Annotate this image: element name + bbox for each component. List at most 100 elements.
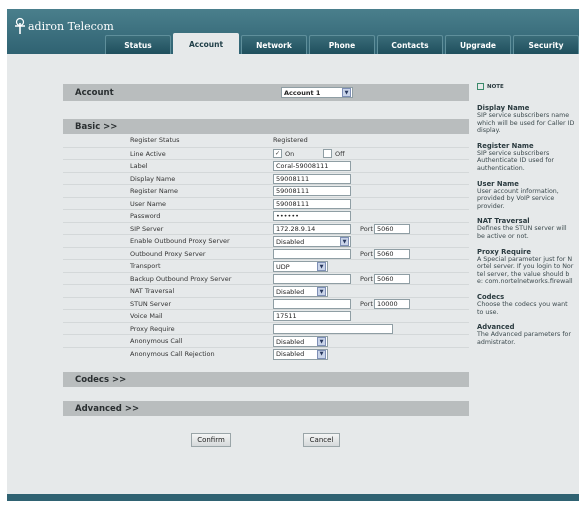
advanced-section-header[interactable]: Advanced >> (63, 401, 469, 416)
codecs-section-header[interactable]: Codecs >> (63, 372, 469, 387)
footer-bar (7, 494, 579, 501)
enable-outbound-proxy-row: Enable Outbound Proxy Server Disabled ▼ (63, 234, 469, 247)
codecs-section-label: Codecs >> (75, 374, 127, 385)
note-icon (477, 83, 484, 90)
backup-outbound-proxy-port-input[interactable]: 5060 (374, 273, 410, 284)
display-name-row: Display Name 59008111 (63, 171, 469, 185)
tab-network[interactable]: Network (241, 35, 307, 54)
backup-outbound-proxy-label: Backup Outbound Proxy Server (130, 274, 232, 283)
register-status-label: Register Status (130, 136, 180, 144)
header: adiron Telecom Status Account Network Ph… (7, 9, 579, 54)
label-row: Label Coral-59008111 (63, 159, 469, 172)
stun-server-row: STUN Server Port 10000 (63, 296, 469, 310)
note-heading: Advanced (477, 323, 515, 332)
account-select-value: Account 1 (284, 88, 321, 97)
enable-outbound-proxy-select[interactable]: Disabled ▼ (273, 236, 351, 247)
chevron-down-icon: ▼ (317, 337, 326, 346)
sip-server-port-label: Port (360, 224, 373, 233)
voice-mail-label: Voice Mail (130, 312, 163, 320)
note-text: A Special parameter just for Nortel serv… (477, 255, 574, 286)
register-name-row: Register Name 59008111 (63, 184, 469, 197)
anonymous-call-select[interactable]: Disabled ▼ (273, 336, 328, 347)
chevron-down-icon: ▼ (340, 237, 349, 246)
nat-traversal-label: NAT Traversal (130, 287, 175, 295)
note-title-text: NOTE (487, 83, 504, 90)
cancel-button[interactable]: Cancel (303, 433, 340, 447)
sip-server-port-input[interactable]: 5060 (374, 223, 410, 234)
backup-outbound-proxy-input[interactable] (273, 273, 351, 284)
logo-text: adiron Telecom (28, 19, 114, 33)
confirm-button[interactable]: Confirm (191, 433, 231, 447)
note-panel: NOTE Display Name SIP service subscriber… (477, 83, 575, 354)
register-name-label: Register Name (130, 187, 179, 195)
tab-account[interactable]: Account (173, 33, 239, 54)
proxy-require-input[interactable] (273, 323, 393, 334)
password-label: Password (130, 212, 161, 220)
logo-icon (13, 17, 27, 35)
note-heading: User Name (477, 179, 519, 188)
chevron-down-icon: ▼ (317, 349, 326, 359)
transport-select[interactable]: UDP ▼ (273, 261, 328, 272)
note-text: User account information, provided by Vo… (477, 187, 559, 210)
account-section-header: Account Account 1 ▼ (63, 84, 469, 101)
tab-upgrade[interactable]: Upgrade (445, 35, 511, 54)
outbound-proxy-input[interactable] (273, 248, 351, 259)
backup-outbound-proxy-row: Backup Outbound Proxy Server Port 5060 (63, 271, 469, 285)
note-heading: Codecs (477, 292, 505, 301)
register-status-value: Registered (273, 136, 308, 144)
line-active-on-checkbox[interactable]: ✓ (273, 148, 282, 158)
note-text: Defines the STUN server will be active o… (477, 225, 567, 240)
outbound-proxy-port-label: Port (360, 249, 373, 258)
nat-traversal-select[interactable]: Disabled ▼ (273, 286, 328, 297)
label-field-label: Label (130, 162, 148, 170)
sip-server-input[interactable]: 172.28.9.14 (273, 223, 351, 234)
tab-phone[interactable]: Phone (309, 35, 375, 54)
outbound-proxy-label: Outbound Proxy Server (130, 249, 206, 258)
note-text: SIP service subscribers name which will … (477, 112, 575, 135)
stun-server-port-input[interactable]: 10000 (374, 298, 410, 309)
proxy-require-row: Proxy Require (63, 321, 469, 335)
note-text: The Advanced parameters for admistrator. (477, 331, 572, 346)
display-name-input[interactable]: 59008111 (273, 173, 351, 184)
user-name-label: User Name (130, 199, 167, 208)
voice-mail-input[interactable]: 17511 (273, 311, 351, 321)
line-active-off-label: Off (335, 149, 345, 158)
label-input[interactable]: Coral-59008111 (273, 161, 351, 171)
anonymous-call-rejection-label: Anonymous Call Rejection (130, 349, 215, 358)
sip-server-row: SIP Server 172.28.9.14 Port 5060 (63, 221, 469, 235)
stun-server-input[interactable] (273, 298, 351, 309)
anonymous-call-rejection-row: Anonymous Call Rejection Disabled ▼ (63, 346, 469, 360)
enable-outbound-proxy-label: Enable Outbound Proxy Server (130, 237, 230, 245)
line-active-on-label: On (285, 149, 295, 158)
line-active-label: Line Active (130, 149, 166, 158)
account-select[interactable]: Account 1 ▼ (281, 87, 353, 98)
register-name-input[interactable]: 59008111 (273, 186, 351, 196)
anonymous-call-rejection-select[interactable]: Disabled ▼ (273, 348, 328, 360)
note-title: NOTE (477, 83, 575, 90)
anonymous-call-value: Disabled (276, 337, 305, 346)
advanced-section-label: Advanced >> (75, 403, 140, 414)
note-heading: Register Name (477, 141, 534, 150)
outbound-proxy-port-input[interactable]: 5060 (374, 248, 410, 259)
basic-fields: Register Status Registered Line Active ✓… (63, 134, 469, 360)
nat-traversal-row: NAT Traversal Disabled ▼ (63, 284, 469, 297)
enable-outbound-proxy-value: Disabled (276, 237, 305, 246)
button-bar: Confirm Cancel (63, 416, 469, 456)
tab-contacts[interactable]: Contacts (377, 35, 443, 54)
account-section-label: Account (75, 87, 114, 98)
nat-traversal-value: Disabled (276, 287, 305, 296)
stun-server-port-label: Port (360, 299, 373, 308)
user-name-input[interactable]: 59008111 (273, 198, 351, 209)
voice-mail-row: Voice Mail 17511 (63, 309, 469, 322)
basic-section-header[interactable]: Basic >> (63, 119, 469, 134)
line-active-off-checkbox[interactable] (323, 148, 332, 158)
transport-row: Transport UDP ▼ (63, 259, 469, 272)
chevron-down-icon: ▼ (317, 287, 326, 296)
sip-server-label: SIP Server (130, 224, 164, 233)
logo: adiron Telecom (13, 17, 114, 35)
display-name-label: Display Name (130, 174, 176, 183)
anonymous-call-label: Anonymous Call (130, 337, 183, 345)
tab-security[interactable]: Security (513, 35, 579, 54)
tab-status[interactable]: Status (105, 35, 171, 54)
password-input[interactable]: •••••• (273, 211, 351, 221)
